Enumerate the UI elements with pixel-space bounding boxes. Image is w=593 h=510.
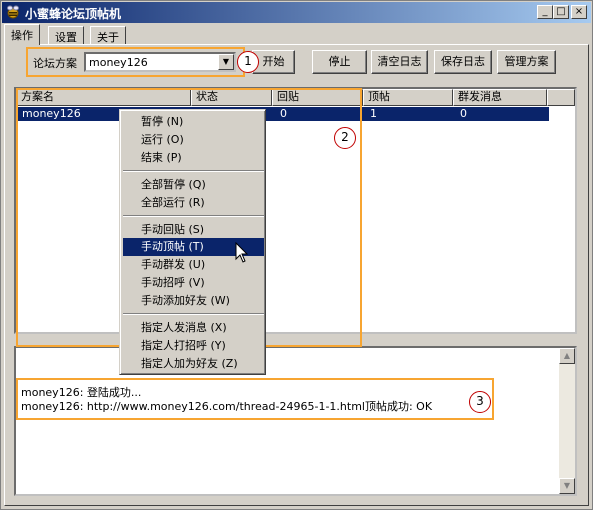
column-header-status[interactable]: 状态	[191, 89, 272, 106]
minimize-button[interactable]: _	[537, 5, 553, 19]
bee-app-icon	[7, 5, 19, 19]
cell-mass-message: 0	[460, 107, 467, 120]
menu-separator	[123, 170, 264, 172]
menu-item-add-person-friend[interactable]: 指定人加为好友 (Z)	[123, 355, 264, 373]
menu-item-manual-reply[interactable]: 手动回贴 (S)	[123, 221, 264, 239]
menu-item-manual-greet[interactable]: 手动招呼 (V)	[123, 274, 264, 292]
mouse-cursor-icon	[235, 242, 249, 263]
log-line: money126: http://www.money126.com/thread…	[21, 400, 433, 413]
callout-number-1: 1	[237, 51, 259, 73]
maximize-button[interactable]: □	[553, 5, 569, 19]
menu-item-pause[interactable]: 暂停 (N)	[123, 113, 264, 131]
tab-operate[interactable]: 操作	[4, 24, 40, 45]
menu-separator	[123, 215, 264, 217]
menu-item-greet-person[interactable]: 指定人打招呼 (Y)	[123, 337, 264, 355]
menu-item-pause-all[interactable]: 全部暂停 (Q)	[123, 176, 264, 194]
manage-scheme-button[interactable]: 管理方案	[497, 50, 556, 74]
scheme-select-value: money126	[89, 56, 148, 69]
scheme-label: 论坛方案	[33, 57, 77, 70]
save-log-button[interactable]: 保存日志	[434, 50, 492, 74]
menu-item-message-person[interactable]: 指定人发消息 (X)	[123, 319, 264, 337]
callout-number-2: 2	[334, 127, 356, 149]
table-row[interactable]: money126 0 1 0	[18, 107, 549, 121]
cell-name: money126	[22, 107, 81, 120]
callout-number-3: 3	[469, 391, 491, 413]
app-window: 小蜜蜂论坛顶帖机 _ □ × 操作 设置 关于 论坛方案 money126 ▼ …	[0, 0, 593, 510]
log-scrollbar[interactable]: ▲ ▼	[559, 348, 575, 494]
clear-log-button[interactable]: 清空日志	[371, 50, 428, 74]
menu-item-run-all[interactable]: 全部运行 (R)	[123, 194, 264, 212]
window-title: 小蜜蜂论坛顶帖机	[25, 7, 122, 21]
column-header-filler	[547, 89, 575, 106]
menu-item-manual-add-friend[interactable]: 手动添加好友 (W)	[123, 292, 264, 310]
close-button[interactable]: ×	[571, 5, 587, 19]
chevron-down-icon[interactable]: ▼	[218, 54, 234, 70]
tab-about[interactable]: 关于	[90, 26, 126, 44]
cell-reply: 0	[280, 107, 287, 120]
log-area[interactable]: money126: 登陆成功... money126: http://www.m…	[14, 346, 577, 496]
menu-item-end[interactable]: 结束 (P)	[123, 149, 264, 167]
scroll-down-icon[interactable]: ▼	[559, 478, 575, 494]
splitter[interactable]	[14, 334, 577, 344]
stop-button[interactable]: 停止	[312, 50, 367, 74]
menu-item-run[interactable]: 运行 (O)	[123, 131, 264, 149]
title-bar[interactable]: 小蜜蜂论坛顶帖机 _ □ ×	[2, 2, 591, 23]
column-header-bump[interactable]: 顶帖	[363, 89, 453, 106]
column-header-reply[interactable]: 回贴	[272, 89, 363, 106]
list-header: 方案名 状态 回贴 顶帖 群发消息	[16, 89, 575, 106]
scheme-select[interactable]: money126 ▼	[84, 52, 236, 72]
column-header-mass-message[interactable]: 群发消息	[453, 89, 547, 106]
tab-settings[interactable]: 设置	[48, 26, 84, 44]
cell-bump: 1	[370, 107, 377, 120]
scroll-up-icon[interactable]: ▲	[559, 348, 575, 364]
column-header-name[interactable]: 方案名	[16, 89, 191, 106]
menu-separator	[123, 313, 264, 315]
scheme-list[interactable]: 方案名 状态 回贴 顶帖 群发消息 money126 0 1 0	[14, 87, 577, 334]
